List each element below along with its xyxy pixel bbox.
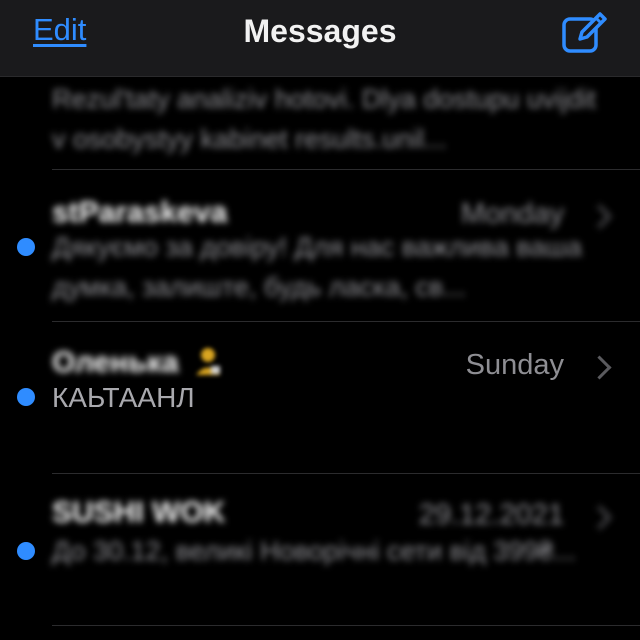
row-divider: [52, 625, 640, 626]
list-item[interactable]: Оленька Sunday КАЬТААНЛ: [0, 322, 640, 474]
conversation-list: Rezul'taty analiziv hotovi. Dlya dostupu…: [0, 77, 640, 626]
unread-indicator: [17, 238, 35, 256]
chevron-right-icon: [587, 204, 612, 229]
chevron-right-icon: [587, 505, 612, 530]
list-item[interactable]: SUSHI WOK 29.12.2021 До 30.12, великі Но…: [0, 474, 640, 626]
message-date: 29.12.2021: [418, 499, 564, 531]
sender-name: stParaskeva: [52, 196, 228, 229]
message-preview: КАЬТААНЛ: [52, 382, 195, 413]
message-preview: До 30.12, великі Новорічні сети від 399₴…: [52, 536, 576, 566]
sender-name-wrap: Оленька: [52, 346, 223, 380]
list-item[interactable]: stParaskeva Monday Дякуємо за довіру! Дл…: [0, 170, 640, 322]
unread-indicator: [17, 542, 35, 560]
unread-indicator: [17, 388, 35, 406]
chevron-right-icon: [587, 355, 612, 380]
sender-name: SUSHI WOK: [52, 496, 226, 529]
person-emoji-icon: [195, 348, 220, 375]
page-title: Messages: [243, 13, 397, 49]
message-preview: Rezul'taty analiziv hotovi. Dlya dostupu…: [52, 84, 596, 154]
list-item[interactable]: Rezul'taty analiziv hotovi. Dlya dostupu…: [0, 77, 640, 170]
compose-icon[interactable]: [560, 9, 608, 57]
navigation-bar: Edit Messages: [0, 0, 640, 77]
sender-name: Оленька: [52, 346, 179, 379]
message-preview: Дякуємо за довіру! Для нас важлива ваша …: [52, 232, 582, 302]
